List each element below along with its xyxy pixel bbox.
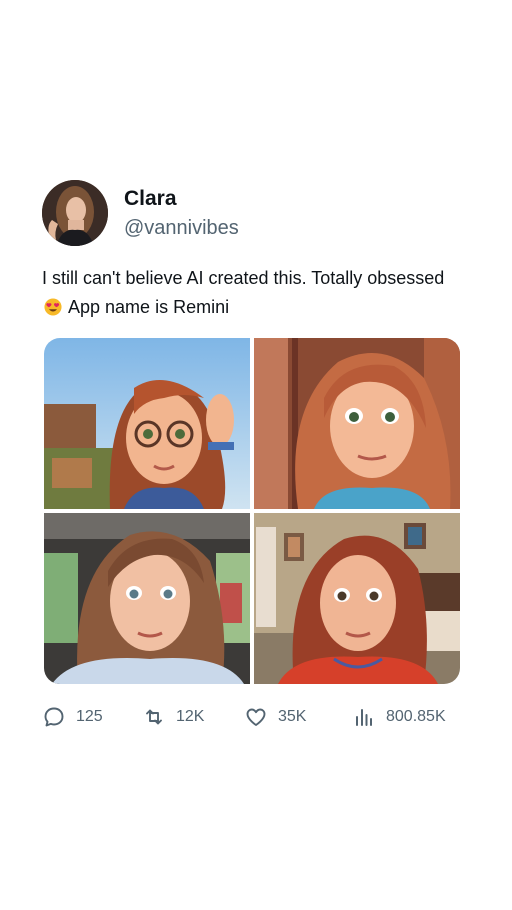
views-count: 800.85K [386, 708, 446, 725]
media-grid [44, 338, 460, 684]
views-button[interactable]: 800.85K [352, 705, 472, 729]
like-button[interactable]: 35K [244, 705, 352, 729]
cartoon-portrait-car-icon [44, 513, 250, 684]
tweet-text-part-1: I still can't believe AI created this. T… [42, 268, 445, 288]
retweet-count: 12K [176, 708, 205, 725]
tweet-actions: 125 12K 35K 800.85K [42, 702, 472, 732]
reply-count: 125 [76, 708, 103, 725]
retweet-icon [146, 709, 162, 725]
cartoon-portrait-living-room-icon [254, 513, 460, 684]
heart-eyes-emoji-icon [44, 298, 62, 316]
media-image-4[interactable] [254, 513, 460, 684]
cartoon-portrait-glasses-icon [44, 338, 250, 509]
author-handle[interactable]: @vannivibes [124, 218, 239, 238]
like-count: 35K [278, 708, 307, 725]
author-names: Clara @vannivibes [124, 188, 239, 238]
avatar[interactable] [42, 180, 108, 246]
tweet-header: Clara @vannivibes [42, 180, 462, 246]
tweet-text-part-2: App name is Remini [64, 297, 230, 317]
reply-icon [44, 707, 64, 727]
heart-icon [246, 708, 266, 726]
media-image-2[interactable] [254, 338, 460, 509]
media-image-1[interactable] [44, 338, 250, 509]
media-image-3[interactable] [44, 513, 250, 684]
cartoon-portrait-long-hair-icon [254, 338, 460, 509]
tweet-text: I still can't believe AI created this. T… [42, 264, 462, 322]
views-chart-icon [356, 709, 372, 726]
author-name[interactable]: Clara [124, 188, 239, 209]
tweet-card: Clara @vannivibes I still can't believe … [42, 180, 462, 727]
retweet-button[interactable]: 12K [142, 705, 244, 729]
reply-button[interactable]: 125 [42, 705, 142, 729]
